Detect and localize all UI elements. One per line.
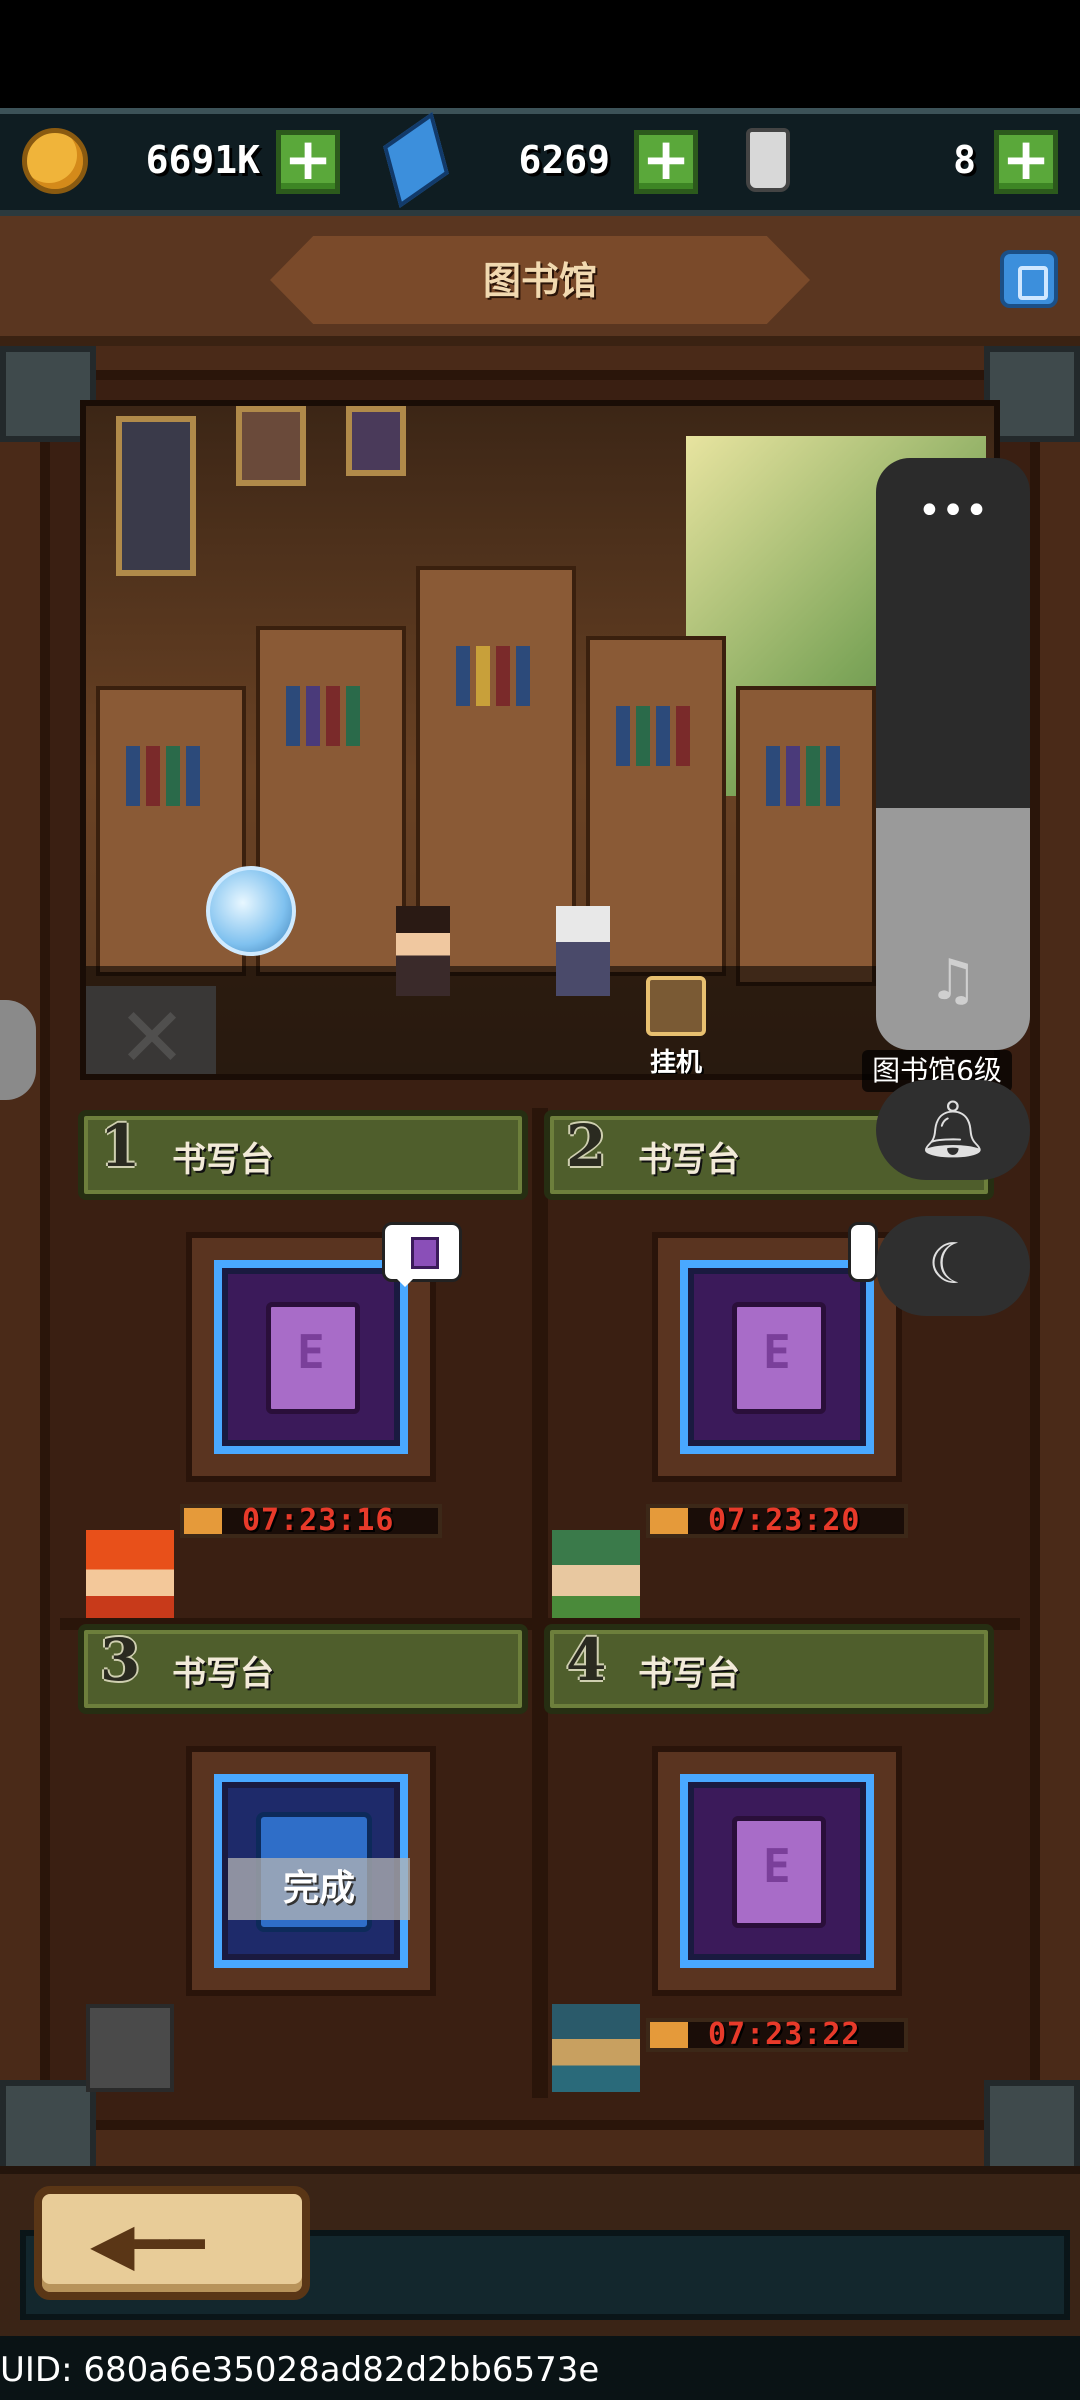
station-4-worker-avatar[interactable] — [552, 2004, 640, 2092]
potion-amount: 8 — [953, 138, 976, 182]
station-4-banner — [544, 1624, 994, 1714]
timer-text: 07:23:22 — [708, 2017, 861, 2052]
gold-amount: 6691K — [145, 138, 260, 182]
moon-icon: ☾ — [927, 1232, 979, 1297]
station-1-worker-avatar[interactable] — [86, 1530, 174, 1618]
station-2-label: 书写台 — [638, 1140, 740, 1180]
more-options-icon[interactable]: ••• — [876, 488, 1030, 534]
purple-book-icon — [266, 1302, 360, 1414]
station-divider — [532, 1108, 548, 2098]
station-3-banner — [78, 1624, 528, 1714]
crystal-ball — [206, 866, 296, 956]
timer-text: 07:23:16 — [242, 1503, 395, 1538]
station-1-number: 1 — [100, 1112, 141, 1180]
station-3-slot[interactable]: 完成 — [186, 1746, 436, 1996]
station-1-banner — [78, 1110, 528, 1200]
station-1-item-frame — [214, 1260, 408, 1454]
portrait-frame — [236, 406, 306, 486]
potion-bottle-icon — [746, 128, 790, 192]
portrait-frame — [116, 416, 196, 576]
back-arrow-icon: ◀━━ — [90, 2210, 205, 2278]
timer-text: 07:23:20 — [708, 1503, 861, 1538]
elder-character — [556, 906, 610, 996]
locked-slot-icon[interactable] — [86, 986, 216, 1074]
book-spines — [286, 686, 300, 746]
station-1-label: 书写台 — [172, 1140, 274, 1180]
timer-progress-fill — [650, 2022, 689, 2048]
station-3-number: 3 — [100, 1626, 141, 1694]
uid-text: UID: 680a6e35028ad82d2bb6573e — [0, 2350, 600, 2390]
station-2-item-frame — [680, 1260, 874, 1454]
frame-corner-bl — [0, 2080, 96, 2176]
station-2-worker-avatar[interactable] — [552, 1530, 640, 1618]
station-3-item-frame: 完成 — [214, 1774, 410, 1968]
library-scene: 挂机 — [80, 400, 1000, 1080]
book-spines — [616, 706, 630, 766]
frame-corner-br — [984, 2080, 1080, 2176]
done-label[interactable]: 完成 — [228, 1858, 410, 1920]
station-2-speech-bubble — [848, 1222, 878, 1282]
purple-book-icon — [732, 1302, 826, 1414]
purple-book-icon — [732, 1816, 826, 1928]
add-gold-button[interactable]: + — [276, 130, 340, 194]
gem-amount: 6269 — [518, 138, 610, 182]
book-spines — [126, 746, 140, 806]
book-spines — [766, 746, 780, 806]
add-gems-button[interactable]: + — [634, 130, 698, 194]
station-4-item-frame — [680, 1774, 874, 1968]
station-4-label: 书写台 — [638, 1654, 740, 1694]
station-2-number: 2 — [566, 1112, 607, 1180]
side-ornament — [0, 1000, 36, 1100]
volume-level-fill — [876, 808, 1030, 1050]
notification-button[interactable]: 🔔︎ — [876, 1080, 1030, 1180]
gold-coin-icon — [22, 128, 88, 194]
timer-progress-fill — [650, 1508, 689, 1534]
portrait-frame — [346, 406, 406, 476]
do-not-disturb-button[interactable]: ☾ — [876, 1216, 1030, 1316]
station-2-timer: 07:23:20 — [646, 1503, 908, 1538]
station-4-timer: 07:23:22 — [646, 2017, 908, 2052]
bell-icon: 🔔︎ — [917, 1097, 989, 1162]
idle-icon[interactable] — [646, 976, 706, 1036]
station-4-slot[interactable] — [652, 1746, 902, 1996]
timer-progress-fill — [184, 1508, 223, 1534]
station-3-empty-avatar[interactable] — [86, 2004, 174, 2092]
info-button[interactable] — [1000, 250, 1058, 308]
bubble-book-icon — [411, 1237, 439, 1269]
add-potions-button[interactable]: + — [994, 130, 1058, 194]
station-1-speech-bubble — [382, 1222, 462, 1287]
volume-panel[interactable]: ••• ♫ — [876, 458, 1030, 1050]
station-1-timer: 07:23:16 — [180, 1503, 442, 1538]
station-3-label: 书写台 — [172, 1654, 274, 1694]
book-spines — [456, 646, 470, 706]
idle-label: 挂机 — [649, 1048, 702, 1078]
page-title: 图书馆 — [482, 259, 597, 303]
station-4-number: 4 — [566, 1626, 607, 1694]
back-button[interactable]: ◀━━ — [34, 2186, 310, 2300]
librarian-character — [396, 906, 450, 996]
music-note-icon: ♫ — [927, 948, 979, 1013]
bookshelf — [736, 686, 876, 986]
